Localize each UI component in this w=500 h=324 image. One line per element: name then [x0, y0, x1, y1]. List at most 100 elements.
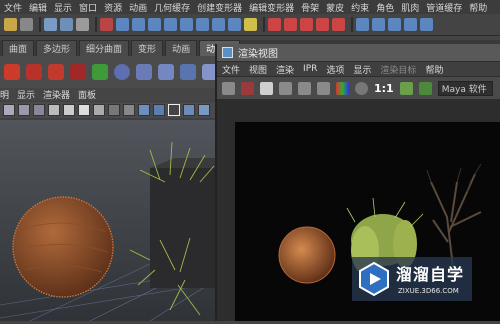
fluid-emitter-icon[interactable] — [158, 64, 174, 80]
main-menu-item-14[interactable]: 管道缓存 — [426, 1, 462, 14]
snap-point-icon[interactable] — [300, 18, 313, 31]
redo-render-icon[interactable] — [222, 81, 235, 95]
image-plane-icon[interactable] — [48, 104, 60, 116]
history-icon[interactable] — [356, 18, 369, 31]
snap-curve-icon[interactable] — [284, 18, 297, 31]
render-menu-item-7[interactable]: 帮助 — [425, 63, 443, 76]
save-scene-icon[interactable] — [20, 18, 33, 31]
select-deformations-icon[interactable] — [180, 18, 193, 31]
select-curves-icon[interactable] — [148, 18, 161, 31]
select-handles-icon[interactable] — [116, 18, 129, 31]
viewport-menu-bar: 明显示 渲染器 面板 — [0, 88, 216, 101]
render-settings-icon[interactable] — [404, 18, 417, 31]
main-menu-bar: 文件 编辑 显示 窗口 资源 动画 几何缓存 创建变形器 编辑变形器 骨架 蒙皮 约束 角色 肌肉 管道缓存… — [0, 0, 500, 14]
camera-attributes-icon[interactable] — [18, 104, 30, 116]
select-component-icon[interactable] — [76, 18, 89, 31]
select-joints-icon[interactable] — [132, 18, 145, 31]
render-menu-item-3[interactable]: IPR — [303, 64, 317, 74]
emitter-icon[interactable] — [26, 64, 42, 80]
checker-icon[interactable] — [168, 104, 180, 116]
viewport-menu-item-0[interactable]: 明 — [0, 88, 9, 101]
open-scene-icon[interactable] — [4, 18, 17, 31]
perspective-viewport[interactable]: 明显示 渲染器 面板 — [0, 88, 216, 321]
rigid-body-icon[interactable] — [114, 64, 130, 80]
textured-icon[interactable] — [153, 104, 165, 116]
rgb-channels-icon[interactable] — [336, 81, 349, 95]
particle-collide-icon[interactable] — [48, 64, 64, 80]
main-menu-item-6[interactable]: 几何缓存 — [154, 1, 190, 14]
main-menu-item-1[interactable]: 编辑 — [29, 1, 47, 14]
select-hierarchy-icon[interactable] — [44, 18, 57, 31]
safe-action-icon[interactable] — [108, 104, 120, 116]
ipr-render-icon[interactable] — [388, 18, 401, 31]
shelf-tab-4[interactable]: 动画 — [165, 39, 198, 57]
main-menu-item-8[interactable]: 编辑变形器 — [249, 1, 294, 14]
resolution-gate-icon[interactable] — [93, 104, 105, 116]
snap-grid-icon[interactable] — [268, 18, 281, 31]
alpha-channel-icon[interactable] — [355, 81, 368, 95]
main-menu-item-4[interactable]: 资源 — [104, 1, 122, 14]
render-frame-icon[interactable] — [372, 18, 385, 31]
render-menu-item-0[interactable]: 文件 — [222, 63, 240, 76]
goal-icon[interactable] — [70, 64, 86, 80]
render-menu-item-5[interactable]: 显示 — [353, 63, 371, 76]
grid-icon[interactable] — [63, 104, 75, 116]
viewport-menu-item-1[interactable]: 显示 — [17, 88, 35, 101]
render-menu-item-4[interactable]: 选项 — [326, 63, 344, 76]
camera-select[interactable]: Maya 软件 — [437, 80, 493, 96]
refresh-icon[interactable] — [298, 81, 311, 95]
snap-live-icon[interactable] — [332, 18, 345, 31]
render-menu-item-1[interactable]: 视图 — [249, 63, 267, 76]
main-menu-item-3[interactable]: 窗口 — [79, 1, 97, 14]
snapshot-icon[interactable] — [260, 81, 273, 95]
main-menu-item-9[interactable]: 骨架 — [301, 1, 319, 14]
fields-icon[interactable] — [92, 64, 108, 80]
select-misc-icon[interactable] — [228, 18, 241, 31]
lights-icon[interactable] — [183, 104, 195, 116]
smooth-shade-icon[interactable] — [138, 104, 150, 116]
render-view-titlebar[interactable]: 渲染视图 — [217, 44, 500, 61]
shelf-tab-3[interactable]: 变形 — [131, 39, 164, 57]
main-menu-item-10[interactable]: 蒙皮 — [326, 1, 344, 14]
keep-image-icon[interactable] — [399, 81, 413, 95]
snap-view-icon[interactable] — [316, 18, 329, 31]
main-menu-item-12[interactable]: 角色 — [376, 1, 394, 14]
select-object-icon[interactable] — [60, 18, 73, 31]
shelf-tab-2[interactable]: 细分曲面 — [79, 39, 130, 57]
select-rendering-icon[interactable] — [212, 18, 225, 31]
shelf-tab-1[interactable]: 多边形 — [36, 39, 78, 57]
shelf-tab-0[interactable]: 曲面 — [2, 39, 35, 57]
bookmark-icon[interactable] — [33, 104, 45, 116]
select-camera-icon[interactable] — [3, 104, 15, 116]
main-menu-item-15[interactable]: 帮助 — [469, 1, 487, 14]
main-menu-item-5[interactable]: 动画 — [129, 1, 147, 14]
ocean-icon[interactable] — [180, 64, 196, 80]
ratio-label[interactable]: 1:1 — [374, 82, 394, 95]
render-region-icon[interactable] — [241, 81, 254, 95]
question-icon[interactable] — [244, 18, 257, 31]
main-menu-item-0[interactable]: 文件 — [4, 1, 22, 14]
viewport-menu-item-2[interactable]: 渲染器 — [43, 88, 70, 101]
main-menu-item-13[interactable]: 肌肉 — [401, 1, 419, 14]
ipr-icon[interactable] — [279, 81, 292, 95]
main-menu-item-11[interactable]: 约束 — [351, 1, 369, 14]
select-surfaces-icon[interactable] — [164, 18, 177, 31]
select-dynamics-icon[interactable] — [196, 18, 209, 31]
remove-image-icon[interactable] — [418, 81, 432, 95]
film-gate-icon[interactable] — [78, 104, 90, 116]
box-object[interactable] — [150, 168, 216, 288]
status-line — [0, 14, 500, 36]
shadows-icon[interactable] — [198, 104, 210, 116]
hair-ball-object[interactable] — [12, 196, 114, 298]
wireframe-icon[interactable] — [123, 104, 135, 116]
render-menu-item-2[interactable]: 渲染 — [276, 63, 294, 76]
particle-tool-icon[interactable] — [4, 64, 20, 80]
render-settings-icon[interactable] — [317, 81, 330, 95]
main-menu-item-7[interactable]: 创建变形器 — [197, 1, 242, 14]
hypershade-icon[interactable] — [420, 18, 433, 31]
main-menu-item-2[interactable]: 显示 — [54, 1, 72, 14]
viewport-menu-item-3[interactable]: 面板 — [78, 88, 96, 101]
fluid-container-icon[interactable] — [136, 64, 152, 80]
render-menu-item-6[interactable]: 渲染目标 — [380, 63, 416, 76]
mask-icon[interactable] — [100, 18, 113, 31]
